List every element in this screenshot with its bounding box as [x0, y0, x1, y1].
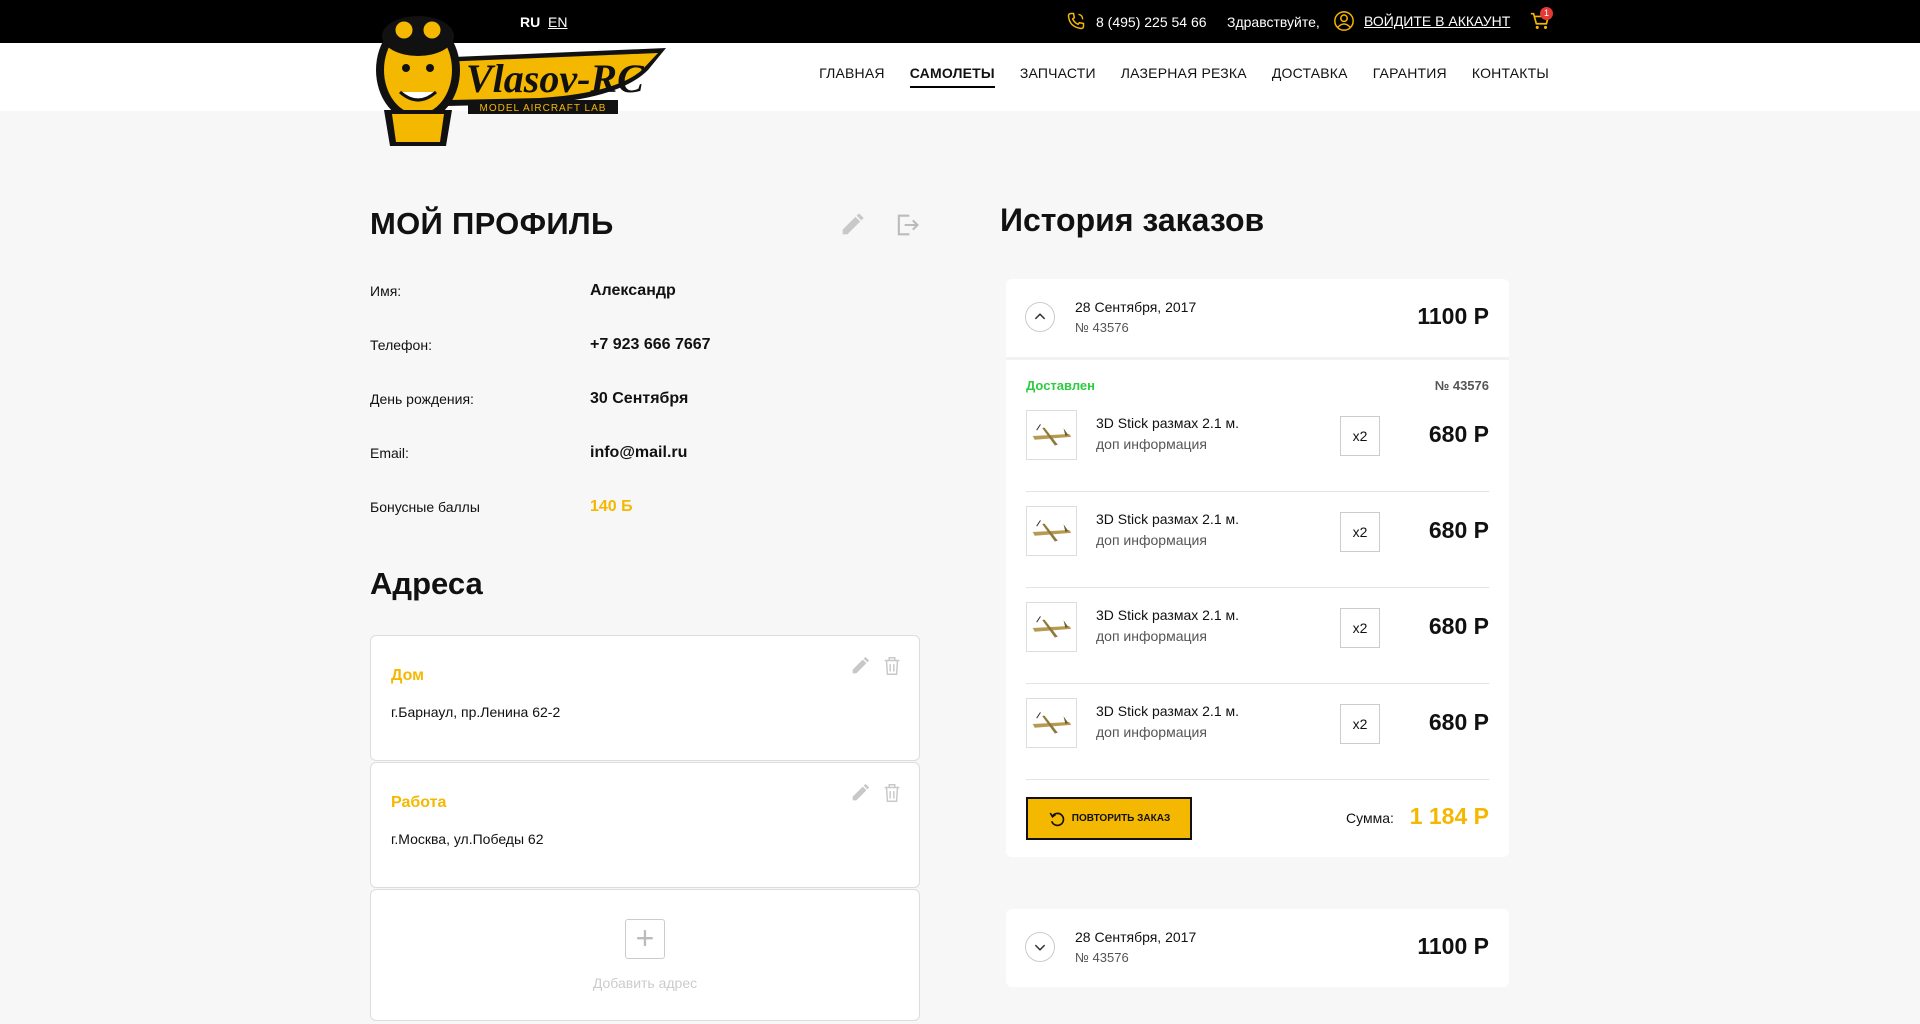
airplane-thumbnail[interactable] — [1026, 602, 1077, 652]
chevron-down-icon[interactable] — [1025, 932, 1055, 962]
order-item: 3D Stick размах 2.1 м. доп информация x2… — [1026, 588, 1489, 684]
item-quantity: x2 — [1340, 416, 1380, 456]
name-label: Имя: — [370, 283, 402, 299]
order-date: 28 Сентября, 2017 — [1075, 929, 1197, 945]
item-quantity: x2 — [1340, 704, 1380, 744]
repeat-order-label: ПОВТОРИТЬ ЗАКАЗ — [1071, 813, 1171, 824]
item-price: 680 Р — [1428, 709, 1489, 735]
birthday-value: 30 Сентября — [590, 390, 689, 407]
svg-text:Vlasov-RC: Vlasov-RC — [466, 56, 645, 101]
order-total: 1100 Р — [1417, 303, 1489, 329]
profile-title: МОЙ ПРОФИЛЬ — [370, 206, 614, 241]
order-status: Доставлен — [1026, 378, 1096, 393]
nav-item-delivery[interactable]: ДОСТАВКА — [1272, 65, 1348, 81]
phone-label: Телефон: — [370, 337, 432, 353]
trash-icon[interactable] — [881, 782, 903, 804]
nav-item-laser[interactable]: ЛАЗЕРНАЯ РЕЗКА — [1121, 65, 1247, 81]
order-header[interactable]: 28 Сентября, 2017 № 43576 1100 Р — [1006, 279, 1509, 357]
address-text: г.Барнаул, пр.Ленина 62-2 — [391, 704, 561, 720]
cart-badge: 1 — [1540, 7, 1553, 20]
order-status-number: № 43576 — [1434, 378, 1489, 393]
order-number: № 43576 — [1075, 950, 1129, 965]
order-item: 3D Stick размах 2.1 м. доп информация x2… — [1026, 492, 1489, 588]
addresses-title: Адреса — [370, 566, 483, 601]
item-name[interactable]: 3D Stick размах 2.1 м. — [1096, 511, 1239, 527]
name-value: Александр — [590, 282, 676, 299]
item-quantity: x2 — [1340, 512, 1380, 552]
phone-icon — [1067, 12, 1085, 30]
address-name: Дом — [391, 667, 424, 684]
trash-icon[interactable] — [881, 655, 903, 677]
item-quantity: x2 — [1340, 608, 1380, 648]
order-item: 3D Stick размах 2.1 м. доп информация x2… — [1026, 396, 1489, 492]
sum-value: 1 184 Р — [1409, 803, 1489, 829]
email-value: info@mail.ru — [590, 444, 688, 461]
item-info: доп информация — [1096, 532, 1207, 548]
address-text: г.Москва, ул.Победы 62 — [391, 831, 544, 847]
item-info: доп информация — [1096, 724, 1207, 740]
chevron-up-icon[interactable] — [1025, 302, 1055, 332]
svg-text:MODEL AIRCRAFT LAB: MODEL AIRCRAFT LAB — [480, 103, 607, 114]
edit-icon[interactable] — [849, 655, 871, 677]
nav-item-warranty[interactable]: ГАРАНТИЯ — [1373, 65, 1447, 81]
nav-item-contacts[interactable]: КОНТАКТЫ — [1472, 65, 1549, 81]
item-info: доп информация — [1096, 628, 1207, 644]
top-bar: RU EN 8 (495) 225 54 66 Здравствуйте, ВО… — [0, 0, 1920, 43]
address-card: Работа г.Москва, ул.Победы 62 — [370, 762, 920, 888]
nav-item-home[interactable]: ГЛАВНАЯ — [819, 65, 885, 81]
nav-item-planes[interactable]: САМОЛЕТЫ — [909, 65, 995, 88]
address-card: Дом г.Барнаул, пр.Ленина 62-2 — [370, 635, 920, 761]
order-header[interactable]: 28 Сентября, 2017 № 43576 1100 Р — [1006, 909, 1509, 987]
phone-value: +7 923 666 7667 — [590, 336, 711, 353]
sum-label: Сумма: — [1346, 810, 1394, 826]
order-number: № 43576 — [1075, 320, 1129, 335]
order-card: 28 Сентября, 2017 № 43576 1100 Р — [1006, 909, 1509, 987]
item-info: доп информация — [1096, 436, 1207, 452]
edit-icon[interactable] — [838, 211, 866, 239]
site-logo[interactable]: MODEL AIRCRAFT LAB Vlasov-RC — [370, 0, 670, 148]
email-label: Email: — [370, 445, 409, 461]
item-name[interactable]: 3D Stick размах 2.1 м. — [1096, 607, 1239, 623]
item-name[interactable]: 3D Stick размах 2.1 м. — [1096, 415, 1239, 431]
repeat-order-button[interactable]: ПОВТОРИТЬ ЗАКАЗ — [1026, 797, 1192, 840]
item-price: 680 Р — [1428, 421, 1489, 447]
bonus-label: Бонусные баллы — [370, 499, 480, 515]
order-card: 28 Сентября, 2017 № 43576 1100 Р Доставл… — [1006, 279, 1509, 857]
airplane-thumbnail[interactable] — [1026, 698, 1077, 748]
orders-title: История заказов — [1000, 202, 1265, 238]
airplane-thumbnail[interactable] — [1026, 410, 1077, 460]
order-item: 3D Stick размах 2.1 м. доп информация x2… — [1026, 684, 1489, 780]
greeting: Здравствуйте, — [1227, 14, 1320, 30]
repeat-icon — [1049, 812, 1064, 826]
item-name[interactable]: 3D Stick размах 2.1 м. — [1096, 703, 1239, 719]
edit-icon[interactable] — [849, 782, 871, 804]
order-total: 1100 Р — [1417, 933, 1489, 959]
phone-number[interactable]: 8 (495) 225 54 66 — [1096, 14, 1207, 30]
nav-item-parts[interactable]: ЗАПЧАСТИ — [1020, 65, 1096, 81]
order-date: 28 Сентября, 2017 — [1075, 299, 1197, 315]
birthday-label: День рождения: — [370, 391, 474, 407]
airplane-thumbnail[interactable] — [1026, 506, 1077, 556]
plus-icon[interactable]: + — [625, 919, 665, 959]
login-link[interactable]: ВОЙДИТЕ В АККАУНТ — [1364, 13, 1510, 29]
item-price: 680 Р — [1428, 613, 1489, 639]
add-address-card[interactable]: + Добавить адрес — [370, 889, 920, 1021]
bonus-value: 140 Б — [590, 498, 633, 515]
item-price: 680 Р — [1428, 517, 1489, 543]
divider — [1006, 357, 1509, 360]
add-address-label: Добавить адрес — [592, 975, 698, 991]
main-nav: ГЛАВНАЯ САМОЛЕТЫ ЗАПЧАСТИ ЛАЗЕРНАЯ РЕЗКА… — [819, 65, 1549, 88]
user-icon — [1334, 11, 1354, 31]
logout-icon[interactable] — [893, 211, 921, 239]
nav-bar: ГЛАВНАЯ САМОЛЕТЫ ЗАПЧАСТИ ЛАЗЕРНАЯ РЕЗКА… — [0, 43, 1920, 111]
address-name: Работа — [391, 794, 447, 811]
